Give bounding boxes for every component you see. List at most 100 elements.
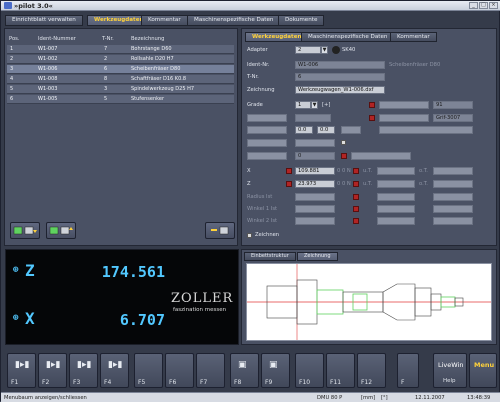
tab-einbettstruktur[interactable]: Einbettstruktur — [244, 252, 296, 261]
tool-drawing-canvas[interactable] — [246, 263, 492, 341]
required-marker-icon — [353, 181, 359, 187]
livewin-button[interactable]: LiveWin Help — [433, 353, 467, 388]
tnr-field[interactable]: 6 — [295, 73, 385, 81]
help-label[interactable]: Help — [443, 378, 456, 384]
row4-checkbox[interactable] — [341, 140, 346, 145]
right-field-1-label — [379, 101, 429, 109]
grade-unit: [+] — [322, 102, 331, 108]
z-field[interactable]: 23.973 — [295, 180, 335, 188]
winkel2-ut-field[interactable] — [377, 217, 415, 225]
tab-zeichnung[interactable]: Zeichnung — [297, 252, 338, 261]
row2-field[interactable] — [295, 114, 331, 122]
winkel1-field[interactable] — [295, 205, 335, 213]
winkel2-field[interactable] — [295, 217, 335, 225]
row3-right-field — [379, 126, 473, 134]
z-ot-field[interactable] — [433, 180, 473, 188]
f5-key[interactable]: F5 — [134, 353, 163, 388]
f12-key[interactable]: F12 — [357, 353, 386, 388]
f-extra-key[interactable]: F — [397, 353, 419, 388]
f6-key[interactable]: F6 — [165, 353, 194, 388]
zeichnung-field[interactable]: Werkzeugwagen_W1-006.dxf — [295, 86, 385, 94]
chevron-down-icon[interactable]: ▼ — [311, 101, 318, 109]
z-axis-icon: ⊕ — [13, 265, 19, 275]
zoller-tagline: faszination messen — [173, 307, 227, 313]
tab-einrichtblatt[interactable]: Einrichtblatt verwalten — [5, 15, 83, 26]
ident-field[interactable]: W1-006 — [295, 61, 385, 69]
subtab-kommentar[interactable]: Kommentar — [390, 32, 437, 42]
table-row[interactable]: 4 W1-008 8 Schaftfräser D16 K0.8 — [7, 75, 234, 84]
subtab-werkzeugdaten[interactable]: Werkzeugdaten — [245, 32, 309, 42]
app-window: »pilot 3.0« _ □ × Einrichtblatt verwalte… — [0, 0, 500, 402]
zeichnung-label: Zeichnung — [247, 87, 275, 93]
winkel1-ot-field[interactable] — [433, 205, 473, 213]
title-bar: »pilot 3.0« _ □ × — [1, 1, 500, 11]
mid-field[interactable]: 0 — [295, 152, 335, 160]
move-tool-button[interactable] — [46, 222, 76, 239]
f10-key[interactable]: F10 — [295, 353, 324, 388]
status-machine: DMU 80 P — [317, 395, 343, 401]
f2-key[interactable]: ▮▸▮ F2 — [38, 353, 67, 388]
radius-ut-field[interactable] — [377, 193, 415, 201]
small-field-2[interactable]: 0.0 — [317, 126, 335, 134]
chevron-down-icon[interactable]: ▼ — [321, 46, 328, 54]
f11-key[interactable]: F11 — [326, 353, 355, 388]
f4-key[interactable]: ▮▸▮ F4 — [100, 353, 129, 388]
grade-select[interactable]: 1 — [295, 101, 311, 109]
x-ot-field[interactable] — [433, 167, 473, 175]
f3-key[interactable]: ▮▸▮ F3 — [69, 353, 98, 388]
insert-tool-button[interactable] — [10, 222, 40, 239]
z-suffix: 0 0 N — [337, 181, 351, 187]
col-header-bezeichnung: Bezeichnung — [131, 36, 165, 42]
adapter-select[interactable]: 2 — [295, 46, 321, 54]
x-axis-icon: ⊕ — [13, 313, 19, 323]
table-row[interactable]: 1 W1-007 7 Bohrstange D60 — [7, 45, 234, 54]
col-header-tnr: T-Nr. — [102, 36, 114, 42]
x-ut-field[interactable] — [377, 167, 415, 175]
menu-button[interactable]: Menu — [469, 353, 497, 388]
required-marker-icon — [353, 168, 359, 174]
small-field-1[interactable]: 0.0 — [295, 126, 313, 134]
right-field-2-label — [379, 114, 429, 122]
x-field[interactable]: 109.881 — [295, 167, 335, 175]
radius-ot-field[interactable] — [433, 193, 473, 201]
subtab-maschinenspezifische-daten[interactable]: Maschinenspezifische Daten — [301, 32, 395, 42]
f8-key[interactable]: ▣ F8 — [230, 353, 259, 388]
adapter-preview-icon — [332, 46, 340, 54]
f7-key[interactable]: F7 — [196, 353, 225, 388]
close-button[interactable]: × — [489, 2, 498, 9]
f1-key[interactable]: ▮▸▮ F1 — [7, 353, 36, 388]
dro-x-axis: X — [25, 309, 35, 328]
remove-tool-button[interactable] — [205, 222, 235, 239]
table-row[interactable]: 6 W1-005 5 Stufensenker — [7, 95, 234, 104]
table-row[interactable]: 5 W1-003 3 Spindelwerkzeug D25 H7 — [7, 85, 234, 94]
tab-dokumente[interactable]: Dokumente — [278, 15, 325, 26]
row5-right-field — [351, 152, 411, 160]
zoller-logo: ZOLLER — [171, 291, 234, 306]
dro-x-value: 6.707 — [119, 311, 165, 329]
table-row-selected[interactable]: 3 W1-006 6 Scheibenfräser D80 — [7, 65, 234, 74]
z-ut-field[interactable] — [377, 180, 415, 188]
x-suffix: 0 0 N — [337, 168, 351, 174]
maximize-button[interactable]: □ — [479, 2, 488, 9]
status-time: 13:48:39 — [467, 395, 491, 401]
right-field-1[interactable]: 91 — [433, 101, 473, 109]
row2-label-field — [247, 114, 287, 122]
radius-field[interactable] — [295, 193, 335, 201]
f9-key[interactable]: ▣ F9 — [261, 353, 290, 388]
winkel2-ot-field[interactable] — [433, 217, 473, 225]
right-field-2[interactable]: Grif-3007 — [433, 114, 473, 122]
col-header-pos: Pos. — [9, 36, 20, 42]
tab-kommentar[interactable]: Kommentar — [141, 15, 188, 26]
minimize-button[interactable]: _ — [469, 2, 478, 9]
f2-icon: ▮▸▮ — [46, 360, 61, 370]
tab-maschinenspezifische-daten[interactable]: Maschinenspezifische Daten — [187, 15, 281, 26]
app-icon — [4, 2, 12, 9]
zeichnen-checkbox[interactable] — [247, 233, 252, 238]
status-angle: [°] — [381, 395, 388, 401]
row4-field[interactable] — [295, 139, 335, 147]
table-row[interactable]: 2 W1-002 2 Rollsahle D20 H7 — [7, 55, 234, 64]
dro-z-value: 174.561 — [101, 263, 165, 281]
winkel1-ut-field[interactable] — [377, 205, 415, 213]
required-marker-icon — [341, 153, 347, 159]
dro-z-axis: Z — [25, 261, 35, 280]
